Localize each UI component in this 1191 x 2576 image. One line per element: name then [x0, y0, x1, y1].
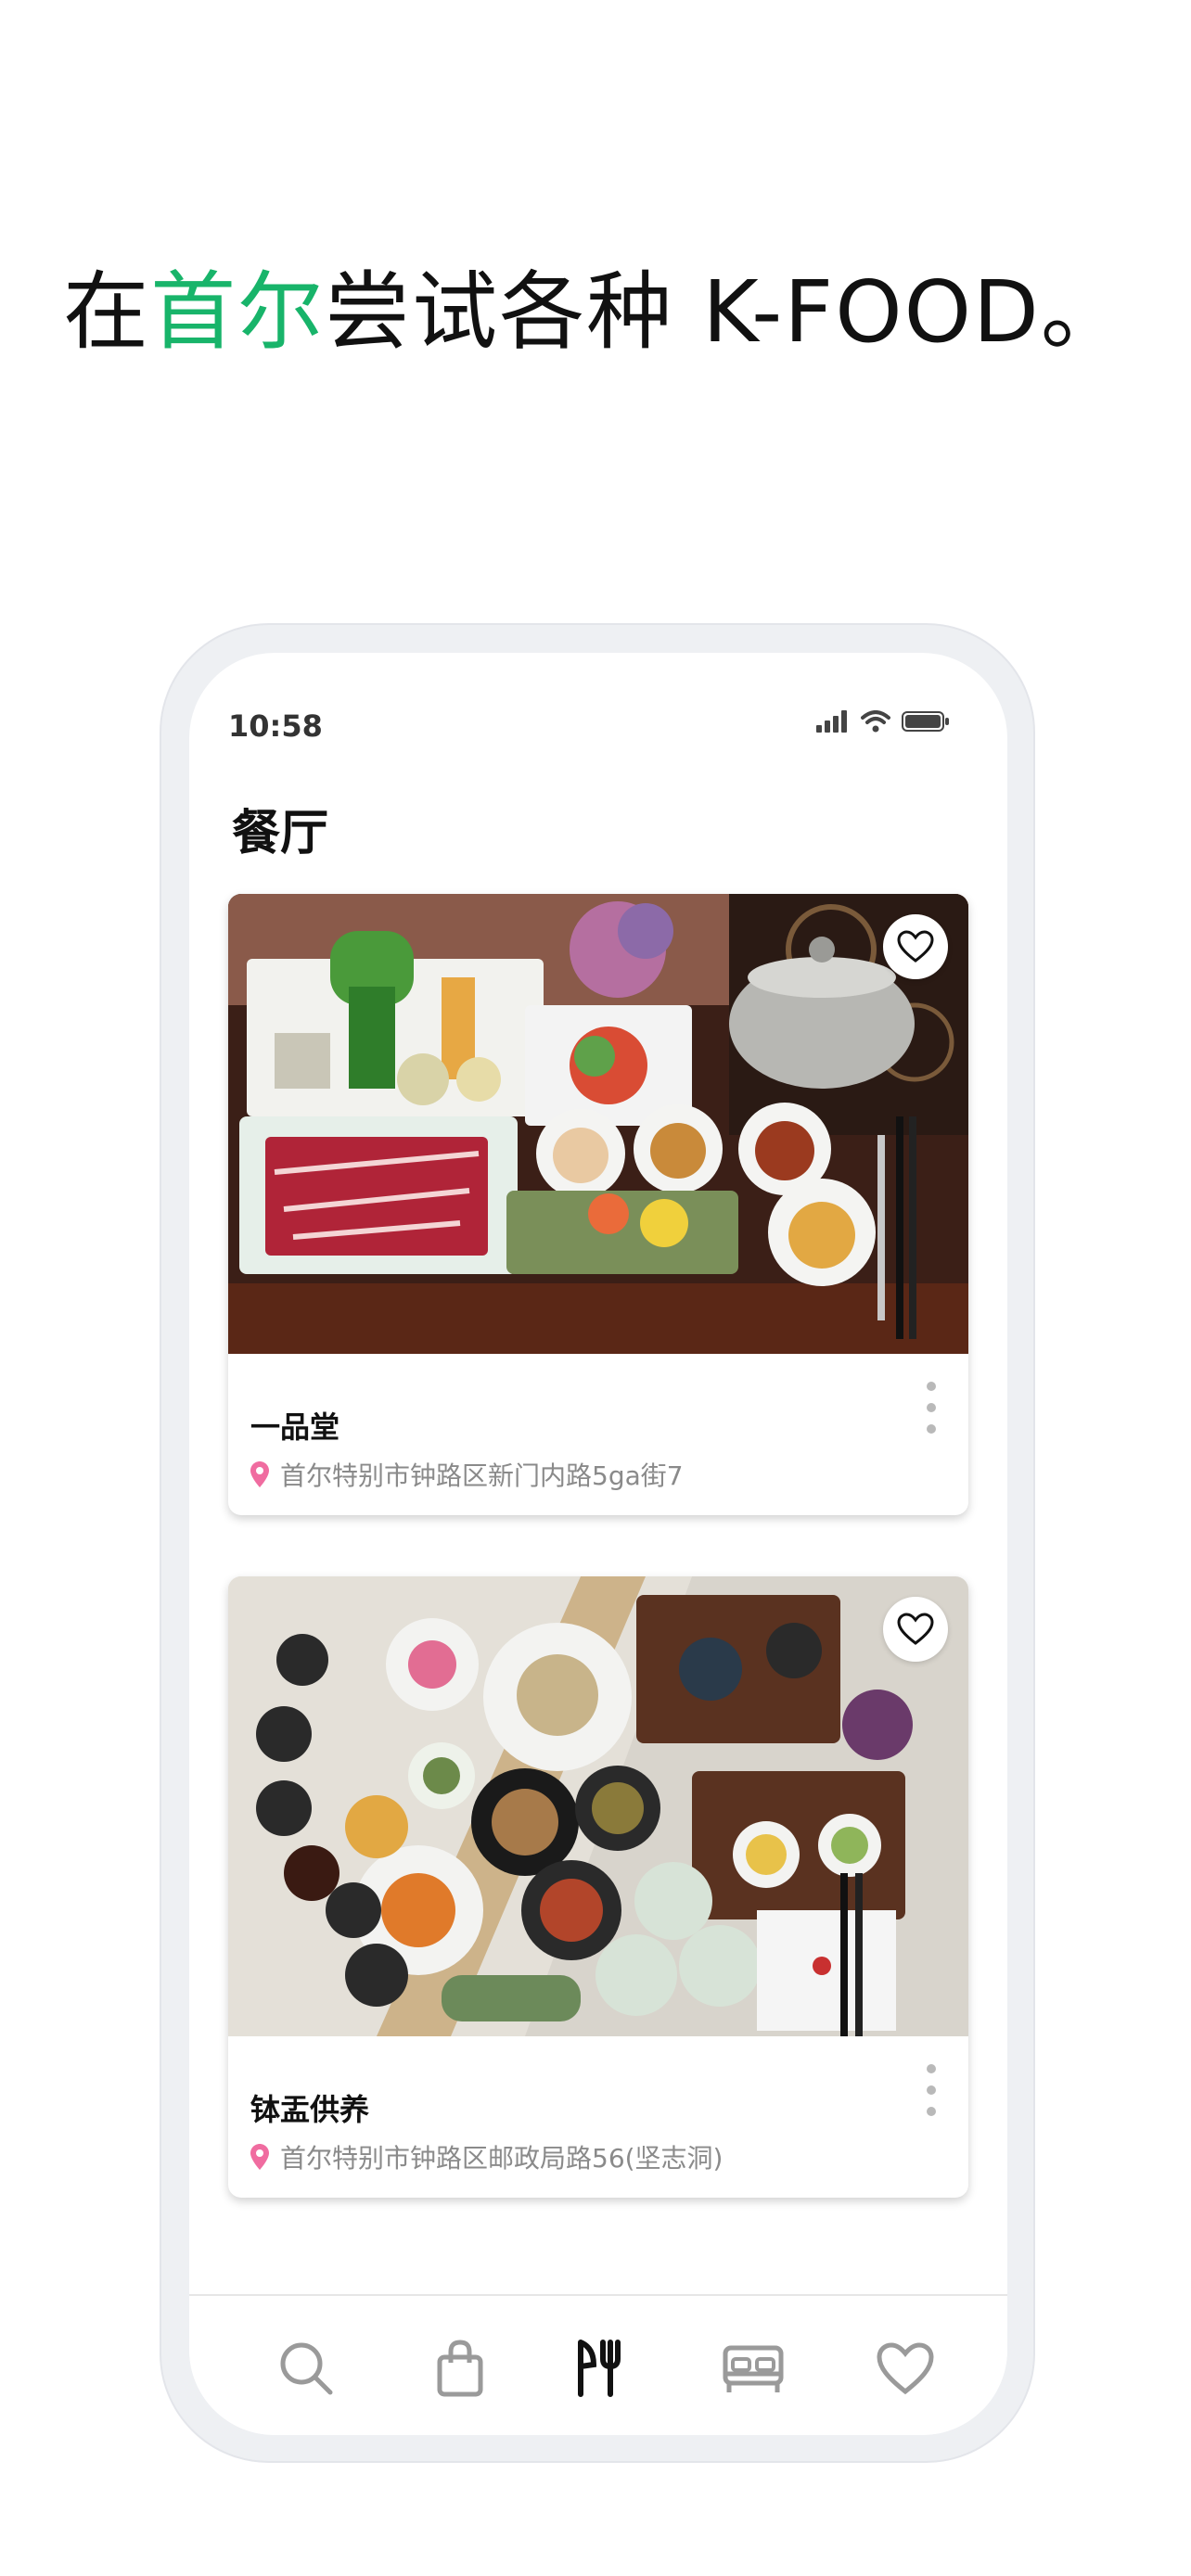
promo-headline: 在首尔尝试各种 K-FOOD。 — [0, 261, 1191, 363]
more-vertical-icon[interactable] — [920, 2064, 942, 2116]
location-pin-icon — [250, 1461, 269, 1487]
search-icon — [280, 2342, 333, 2395]
tab-accommodation[interactable] — [716, 2331, 790, 2405]
tab-shopping[interactable] — [423, 2331, 497, 2405]
phone-frame: 10:58 餐厅 一品堂 首尔特别市钟路区新门内路5ga街7 钵盂供养 首尔特别… — [160, 623, 1035, 2463]
restaurant-address-row: 首尔特别市钟路区邮政局路56(坚志洞) — [250, 2138, 723, 2175]
battery-icon — [902, 711, 949, 732]
cellular-signal-icon — [816, 710, 847, 733]
restaurant-card[interactable]: 钵盂供养 首尔特别市钟路区邮政局路56(坚志洞) — [228, 1576, 968, 2198]
favorite-button[interactable] — [883, 914, 948, 979]
shopping-bag-icon — [437, 2340, 483, 2397]
restaurant-photo — [228, 1576, 968, 2036]
status-time: 10:58 — [228, 708, 323, 744]
heart-icon — [877, 2342, 934, 2395]
favorite-button[interactable] — [883, 1597, 948, 1662]
restaurant-card[interactable]: 一品堂 首尔特别市钟路区新门内路5ga街7 — [228, 894, 968, 1515]
tab-favorites[interactable] — [868, 2331, 942, 2405]
status-icons — [816, 710, 950, 733]
location-pin-icon — [250, 2144, 269, 2170]
tab-restaurants[interactable] — [562, 2331, 636, 2405]
heart-outline-icon — [897, 1613, 934, 1645]
restaurant-address: 首尔特别市钟路区新门内路5ga街7 — [280, 1460, 684, 1491]
restaurant-address-row: 首尔特别市钟路区新门内路5ga街7 — [250, 1456, 684, 1493]
headline-suffix: 尝试各种 K-FOOD。 — [325, 262, 1128, 362]
restaurant-photo — [228, 894, 968, 1354]
bed-icon — [723, 2345, 784, 2392]
headline-accent: 首尔 — [150, 262, 326, 362]
bottom-tab-bar — [189, 2294, 1007, 2435]
page-title: 餐厅 — [232, 806, 329, 861]
restaurant-address: 首尔特别市钟路区邮政局路56(坚志洞) — [280, 2143, 724, 2174]
tab-search[interactable] — [269, 2331, 343, 2405]
restaurant-icon — [578, 2340, 621, 2397]
phone-screen: 10:58 餐厅 一品堂 首尔特别市钟路区新门内路5ga街7 钵盂供养 首尔特别… — [189, 653, 1007, 2435]
heart-outline-icon — [897, 930, 934, 963]
headline-prefix: 在 — [63, 262, 151, 362]
restaurant-name: 一品堂 — [250, 1409, 340, 1445]
status-bar: 10:58 — [189, 653, 1007, 764]
more-vertical-icon[interactable] — [920, 1382, 942, 1434]
wifi-icon — [861, 710, 890, 733]
restaurant-name: 钵盂供养 — [250, 2092, 370, 2127]
